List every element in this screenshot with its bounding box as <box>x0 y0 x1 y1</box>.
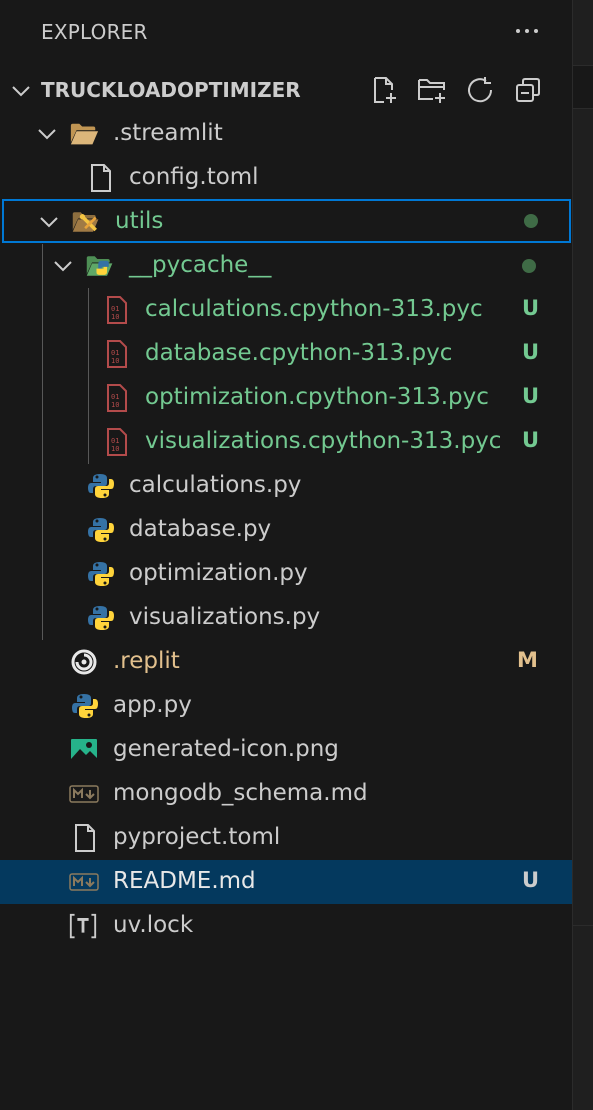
git-status-badge: U <box>522 340 540 364</box>
tree-item-utils-folder[interactable]: utils <box>2 199 571 243</box>
svg-text:01: 01 <box>111 437 119 445</box>
text-file-icon <box>68 911 98 941</box>
tree-item-config-toml[interactable]: config.toml <box>0 156 572 200</box>
explorer-title: EXPLORER <box>41 20 148 44</box>
git-status-badge: U <box>522 296 540 320</box>
new-folder-icon[interactable] <box>414 72 450 108</box>
tree-item-mongodb-schema-md[interactable]: mongodb_schema.md <box>0 772 572 816</box>
tree-item-readme-md[interactable]: README.md U <box>0 860 572 904</box>
tree-item-replit[interactable]: .replit M <box>0 640 572 684</box>
svg-text:10: 10 <box>111 401 119 409</box>
refresh-icon[interactable] <box>462 72 498 108</box>
workspace-root-label: TRUCKLOADOPTIMIZER <box>41 78 301 102</box>
svg-text:10: 10 <box>111 445 119 453</box>
tree-item-label: app.py <box>113 692 192 718</box>
binary-file-icon: 01 10 <box>102 339 132 369</box>
tree-item-visualizations-pyc[interactable]: 01 10 visualizations.cpython-313.pyc U <box>0 420 572 464</box>
chevron-down-icon[interactable] <box>10 80 32 102</box>
tree-item-pyproject-toml[interactable]: pyproject.toml <box>0 816 572 860</box>
chevron-down-icon[interactable] <box>38 211 60 233</box>
tree-item-label: optimization.cpython-313.pyc <box>145 384 489 410</box>
tree-item-label: .replit <box>113 648 180 674</box>
python-icon <box>86 515 116 545</box>
svg-text:10: 10 <box>111 357 119 365</box>
binary-file-icon: 01 10 <box>102 383 132 413</box>
svg-text:01: 01 <box>111 393 119 401</box>
tree-item-label: visualizations.py <box>129 604 321 630</box>
folder-open-icon <box>69 119 99 149</box>
git-status-badge: M <box>517 648 538 672</box>
binary-file-icon: 01 10 <box>102 295 132 325</box>
tree-item-calculations-py[interactable]: calculations.py <box>0 464 572 508</box>
tree-item-label: optimization.py <box>129 560 308 586</box>
tree-item-label: pyproject.toml <box>113 824 281 850</box>
replit-icon <box>69 647 99 677</box>
markdown-icon <box>69 779 99 809</box>
editor-area-edge <box>572 0 593 1110</box>
git-status-dot <box>522 259 536 273</box>
tree-item-optimization-py[interactable]: optimization.py <box>0 552 572 596</box>
new-file-icon[interactable] <box>366 72 402 108</box>
python-icon <box>86 471 116 501</box>
tree-item-calculations-pyc[interactable]: 01 10 calculations.cpython-313.pyc U <box>0 288 572 332</box>
tree-item-generated-icon-png[interactable]: generated-icon.png <box>0 728 572 772</box>
tree-item-label: config.toml <box>129 164 259 190</box>
tree-item-streamlit-folder[interactable]: .streamlit <box>0 112 572 156</box>
tree-item-label: utils <box>115 208 164 234</box>
tree-item-pycache-folder[interactable]: __pycache__ <box>0 244 572 288</box>
tree-item-optimization-pyc[interactable]: 01 10 optimization.cpython-313.pyc U <box>0 376 572 420</box>
ellipsis-icon[interactable] <box>510 14 544 48</box>
git-status-badge: U <box>522 384 540 408</box>
utils-folder-icon <box>71 207 101 237</box>
file-icon <box>70 823 100 853</box>
tree-item-label: calculations.py <box>129 472 302 498</box>
tree-item-label: .streamlit <box>113 120 223 146</box>
tree-item-visualizations-py[interactable]: visualizations.py <box>0 596 572 640</box>
image-icon <box>69 735 99 765</box>
tree-item-database-py[interactable]: database.py <box>0 508 572 552</box>
tree-item-label: __pycache__ <box>129 252 272 278</box>
explorer-header: EXPLORER <box>0 0 572 66</box>
python-folder-icon <box>85 251 115 281</box>
markdown-icon <box>69 867 99 897</box>
explorer-panel: EXPLORER TRUCKLOADOPTIMIZER .streamlit c… <box>0 0 572 1110</box>
tree-item-app-py[interactable]: app.py <box>0 684 572 728</box>
svg-text:10: 10 <box>111 313 119 321</box>
tree-item-label: visualizations.cpython-313.pyc <box>145 428 502 454</box>
workspace-root[interactable]: TRUCKLOADOPTIMIZER <box>0 68 572 112</box>
tree-item-label: mongodb_schema.md <box>113 780 368 806</box>
python-icon <box>70 691 100 721</box>
chevron-down-icon[interactable] <box>36 123 58 145</box>
tree-item-label: database.cpython-313.pyc <box>145 340 453 366</box>
tree-item-label: calculations.cpython-313.pyc <box>145 296 483 322</box>
svg-text:01: 01 <box>111 349 119 357</box>
file-icon <box>86 163 116 193</box>
git-status-dot <box>524 214 538 228</box>
tree-item-label: uv.lock <box>113 912 194 938</box>
tree-item-uv-lock[interactable]: uv.lock <box>0 904 572 948</box>
python-icon <box>86 603 116 633</box>
svg-text:01: 01 <box>111 305 119 313</box>
chevron-down-icon[interactable] <box>52 255 74 277</box>
git-status-badge: U <box>522 868 540 892</box>
tree-item-label: README.md <box>113 868 256 894</box>
tree-item-label: database.py <box>129 516 272 542</box>
git-status-badge: U <box>522 428 540 452</box>
binary-file-icon: 01 10 <box>102 427 132 457</box>
collapse-all-icon[interactable] <box>510 72 546 108</box>
tree-item-label: generated-icon.png <box>113 736 339 762</box>
python-icon <box>86 559 116 589</box>
tree-item-database-pyc[interactable]: 01 10 database.cpython-313.pyc U <box>0 332 572 376</box>
